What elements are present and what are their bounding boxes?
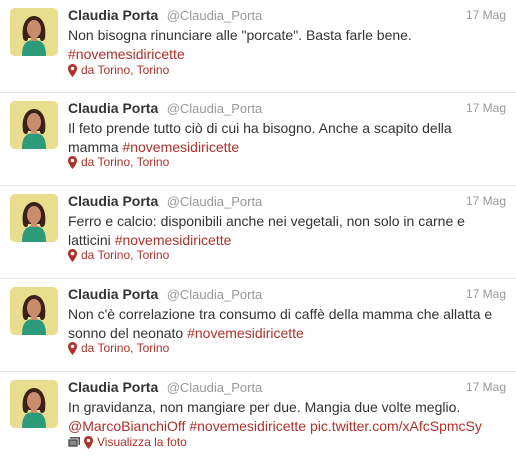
- tweet-timeline: Claudia Porta @Claudia_Porta 17 Mag Non …: [0, 0, 516, 455]
- tweet[interactable]: Claudia Porta @Claudia_Porta 17 Mag Non …: [0, 0, 516, 93]
- timestamp[interactable]: 17 Mag: [466, 287, 506, 301]
- location-label[interactable]: da Torino, Torino: [81, 63, 169, 77]
- tweet[interactable]: Claudia Porta @Claudia_Porta 17 Mag Ferr…: [0, 186, 516, 279]
- tweet-text: Non bisogna rinunciare alle "porcate". B…: [68, 26, 504, 64]
- tweet-text: In gravidanza, non mangiare per due. Man…: [68, 398, 504, 436]
- photo-icon: [68, 437, 80, 447]
- author-handle[interactable]: @Claudia_Porta: [167, 380, 263, 395]
- avatar[interactable]: [10, 380, 58, 428]
- avatar[interactable]: [10, 101, 58, 149]
- map-pin-icon: [84, 435, 93, 449]
- author-name[interactable]: Claudia Porta: [68, 100, 158, 116]
- mention-link[interactable]: @MarcoBianchiOff: [68, 418, 185, 434]
- hashtag-link[interactable]: #novemesidiricette: [68, 46, 185, 62]
- tweet-text: Ferro e calcio: disponibili anche nei ve…: [68, 212, 504, 250]
- tweet-body: Non bisogna rinunciare alle "porcate". B…: [68, 27, 412, 43]
- author-name[interactable]: Claudia Porta: [68, 193, 158, 209]
- location-label[interactable]: da Torino, Torino: [81, 155, 169, 169]
- hashtag-link[interactable]: #novemesidiricette: [189, 418, 306, 434]
- author-name[interactable]: Claudia Porta: [68, 7, 158, 23]
- timestamp[interactable]: 17 Mag: [466, 380, 506, 394]
- hashtag-link[interactable]: #novemesidiricette: [122, 139, 239, 155]
- hashtag-link[interactable]: #novemesidiricette: [187, 325, 304, 341]
- tweet-header: Claudia Porta @Claudia_Porta 17 Mag: [68, 379, 506, 397]
- tweet-text: Non c'è correlazione tra consumo di caff…: [68, 305, 504, 343]
- view-photo-link[interactable]: Visualizza la foto: [97, 435, 187, 449]
- avatar[interactable]: [10, 287, 58, 335]
- tweet-header: Claudia Porta @Claudia_Porta 17 Mag: [68, 286, 506, 304]
- location-label[interactable]: da Torino, Torino: [81, 341, 169, 355]
- map-pin-icon: [68, 341, 77, 355]
- tweet[interactable]: Claudia Porta @Claudia_Porta 17 Mag In g…: [0, 372, 516, 455]
- avatar[interactable]: [10, 8, 58, 56]
- author-name[interactable]: Claudia Porta: [68, 379, 158, 395]
- tweet-header: Claudia Porta @Claudia_Porta 17 Mag: [68, 7, 506, 25]
- tweet[interactable]: Claudia Porta @Claudia_Porta 17 Mag Il f…: [0, 93, 516, 186]
- tweet[interactable]: Claudia Porta @Claudia_Porta 17 Mag Non …: [0, 279, 516, 372]
- author-handle[interactable]: @Claudia_Porta: [167, 8, 263, 23]
- tweet-header: Claudia Porta @Claudia_Porta 17 Mag: [68, 193, 506, 211]
- timestamp[interactable]: 17 Mag: [466, 194, 506, 208]
- author-handle[interactable]: @Claudia_Porta: [167, 101, 263, 116]
- timestamp[interactable]: 17 Mag: [466, 8, 506, 22]
- author-handle[interactable]: @Claudia_Porta: [167, 287, 263, 302]
- author-name[interactable]: Claudia Porta: [68, 286, 158, 302]
- tweet-location[interactable]: da Torino, Torino: [68, 248, 169, 262]
- tweet-text: Il feto prende tutto ciò di cui ha bisog…: [68, 119, 504, 157]
- hashtag-link[interactable]: #novemesidiricette: [115, 232, 232, 248]
- tweet-body: In gravidanza, non mangiare per due. Man…: [68, 399, 461, 415]
- tweet-location[interactable]: da Torino, Torino: [68, 341, 169, 355]
- location-label[interactable]: da Torino, Torino: [81, 248, 169, 262]
- avatar[interactable]: [10, 194, 58, 242]
- tweet-location[interactable]: da Torino, Torino: [68, 63, 169, 77]
- timestamp[interactable]: 17 Mag: [466, 101, 506, 115]
- map-pin-icon: [68, 155, 77, 169]
- tweet-location[interactable]: da Torino, Torino: [68, 155, 169, 169]
- map-pin-icon: [68, 248, 77, 262]
- photo-link[interactable]: pic.twitter.com/xAfcSpmcSy: [310, 418, 482, 434]
- author-handle[interactable]: @Claudia_Porta: [167, 194, 263, 209]
- map-pin-icon: [68, 63, 77, 77]
- view-photo-row[interactable]: Visualizza la foto: [68, 435, 187, 449]
- tweet-header: Claudia Porta @Claudia_Porta 17 Mag: [68, 100, 506, 118]
